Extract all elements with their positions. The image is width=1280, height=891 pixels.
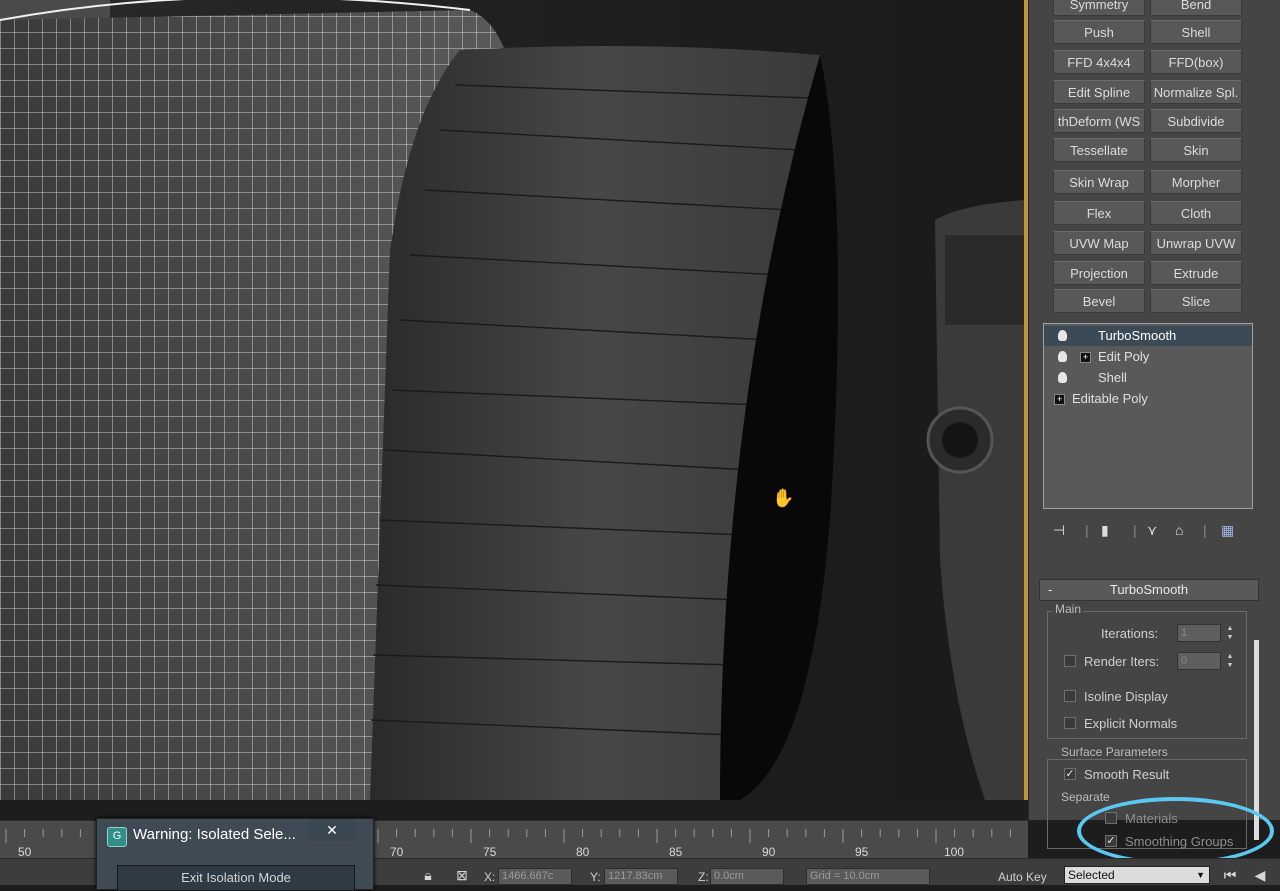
tick-label: 85	[669, 845, 683, 859]
modifier-button[interactable]: Projection	[1053, 261, 1145, 285]
explicit-normals-checkbox[interactable]	[1064, 717, 1076, 729]
svg-text:✋: ✋	[772, 487, 794, 509]
render-iters-spinner[interactable]: 0	[1177, 652, 1221, 670]
collapse-minus-icon[interactable]: -	[1048, 580, 1052, 600]
modifier-button[interactable]: thDeform (WS	[1053, 109, 1145, 133]
modifier-button[interactable]: Flex	[1053, 201, 1145, 225]
isolated-selection-warning-dialog: G Warning: Isolated Sele... ✕ Exit Isola…	[96, 818, 374, 891]
tick-label: 50	[18, 845, 32, 859]
dialog-title: Warning: Isolated Sele...	[133, 826, 296, 843]
iterations-spinner[interactable]: 1	[1177, 624, 1221, 642]
render-iters-label: Render Iters:	[1084, 654, 1160, 669]
z-coord-field[interactable]: 0.0cm	[710, 868, 784, 885]
command-panel: Symmetry Bend Push Shell FFD 4x4x4 FFD(box) Ed…	[1028, 0, 1280, 849]
key-filter-dropdown[interactable]: Selected ▼	[1064, 866, 1210, 884]
stack-item-edit-poly[interactable]: + Edit Poly	[1044, 347, 1252, 367]
stack-toolbar: ⊣ | ▮ | ⋎ ⌂ | ▦	[1043, 518, 1253, 546]
exit-isolation-mode-button[interactable]: Exit Isolation Mode	[117, 865, 355, 891]
absolute-mode-icon[interactable]: ⊠	[454, 867, 470, 883]
highlight-circle-annotation	[1077, 797, 1274, 865]
modifier-button[interactable]: Subdivide	[1150, 109, 1242, 133]
separator-icon: |	[1085, 522, 1089, 538]
lightbulb-icon[interactable]	[1058, 351, 1067, 362]
expand-plus-icon[interactable]: +	[1080, 352, 1091, 363]
expand-plus-icon[interactable]: +	[1054, 394, 1065, 405]
go-to-start-icon[interactable]: ⏮	[1222, 867, 1238, 883]
iterations-spin-arrows[interactable]: ▲ ▼	[1225, 624, 1235, 642]
rollout-title: TurboSmooth	[1109, 582, 1189, 597]
modifier-button[interactable]: UVW Map	[1053, 231, 1145, 255]
turbosmooth-rollout: - TurboSmooth Main Iterations: 1 ▲ ▼ Rend…	[1039, 575, 1259, 849]
remove-modifier-icon[interactable]: ⌂	[1175, 522, 1183, 538]
modifier-button[interactable]: Symmetry	[1053, 0, 1145, 16]
pin-stack-icon[interactable]: ⊣	[1053, 522, 1065, 539]
auto-key-button[interactable]: Auto Key	[998, 870, 1047, 884]
modifier-button[interactable]: Slice	[1150, 289, 1242, 313]
z-coord-label: Z:	[698, 870, 709, 884]
tick-label: 95	[855, 845, 869, 859]
lightbulb-icon[interactable]	[1058, 330, 1067, 341]
explicit-normals-label: Explicit Normals	[1084, 716, 1178, 731]
previous-frame-icon[interactable]: ◀	[1252, 867, 1268, 883]
smooth-result-checkbox[interactable]: ✓	[1064, 768, 1076, 780]
main-group-label: Main	[1053, 602, 1084, 616]
render-iters-spin-arrows[interactable]: ▲ ▼	[1225, 652, 1235, 670]
render-iters-checkbox[interactable]	[1064, 655, 1076, 667]
tick-label: 90	[762, 845, 776, 859]
modifier-button[interactable]: FFD 4x4x4	[1053, 50, 1145, 74]
separate-label: Separate	[1061, 790, 1110, 804]
isoline-display-checkbox[interactable]	[1064, 690, 1076, 702]
viewport-scene: ✋	[0, 0, 1024, 800]
iterations-label: Iterations:	[1101, 626, 1159, 641]
modifier-button[interactable]: Shell	[1150, 20, 1242, 44]
tick-label: 80	[576, 845, 590, 859]
make-unique-icon[interactable]: ⋎	[1147, 522, 1157, 539]
x-coord-label: X:	[484, 870, 496, 884]
modifier-stack[interactable]: TurboSmooth + Edit Poly Shell + Editable…	[1043, 323, 1253, 509]
isoline-display-label: Isoline Display	[1084, 689, 1168, 704]
smooth-result-label: Smooth Result	[1084, 767, 1170, 782]
y-coord-field[interactable]: 1217.83cm	[604, 868, 678, 885]
modifier-button[interactable]: Push	[1053, 20, 1145, 44]
stack-item-turbosmooth[interactable]: TurboSmooth	[1044, 326, 1252, 346]
tick-label: 70	[390, 845, 404, 859]
app-logo-icon: G	[107, 827, 127, 847]
modifier-button[interactable]: Skin Wrap	[1053, 170, 1145, 194]
stack-item-label: Shell	[1098, 370, 1127, 385]
modifier-button[interactable]: Cloth	[1150, 201, 1242, 225]
rollout-header[interactable]: - TurboSmooth	[1039, 579, 1259, 601]
modifier-button[interactable]: Bevel	[1053, 289, 1145, 313]
stack-item-label: Edit Poly	[1098, 349, 1150, 364]
stack-item-label: Editable Poly	[1072, 391, 1148, 406]
x-coord-field[interactable]: 1466.667c	[498, 868, 572, 885]
modifier-button[interactable]: Edit Spline	[1053, 80, 1145, 104]
modifier-button[interactable]: Tessellate	[1053, 138, 1145, 162]
configure-sets-icon[interactable]: ▦	[1221, 522, 1234, 539]
modifier-button[interactable]: Morpher	[1150, 170, 1242, 194]
y-coord-label: Y:	[590, 870, 601, 884]
modifier-button[interactable]: Extrude	[1150, 261, 1242, 285]
modifier-button[interactable]: Unwrap UVW	[1150, 231, 1242, 255]
stack-item-label: TurboSmooth	[1098, 328, 1177, 343]
modifier-button[interactable]: FFD(box)	[1150, 50, 1242, 74]
separator-icon: |	[1203, 522, 1207, 538]
close-button[interactable]: ✕	[309, 819, 355, 841]
stack-item-editable-poly[interactable]: + Editable Poly	[1044, 389, 1252, 409]
modifier-button[interactable]: Skin	[1150, 138, 1242, 162]
grid-size-readout: Grid = 10.0cm	[806, 868, 930, 885]
perspective-viewport[interactable]: ✋	[0, 0, 1028, 800]
separator-icon: |	[1133, 522, 1137, 538]
chevron-down-icon: ▼	[1196, 870, 1205, 880]
tick-label: 75	[483, 845, 497, 859]
key-filter-value: Selected	[1068, 868, 1115, 882]
modifier-button[interactable]: Normalize Spl.	[1150, 80, 1242, 104]
stack-item-shell[interactable]: Shell	[1044, 368, 1252, 388]
lock-icon[interactable]: 🔒︎	[420, 867, 436, 883]
modifier-button[interactable]: Bend	[1150, 0, 1242, 16]
lightbulb-icon[interactable]	[1058, 372, 1067, 383]
show-end-result-icon[interactable]: ▮	[1101, 522, 1109, 539]
tick-label: 100	[944, 845, 965, 859]
surface-parameters-label: Surface Parameters	[1059, 745, 1170, 759]
